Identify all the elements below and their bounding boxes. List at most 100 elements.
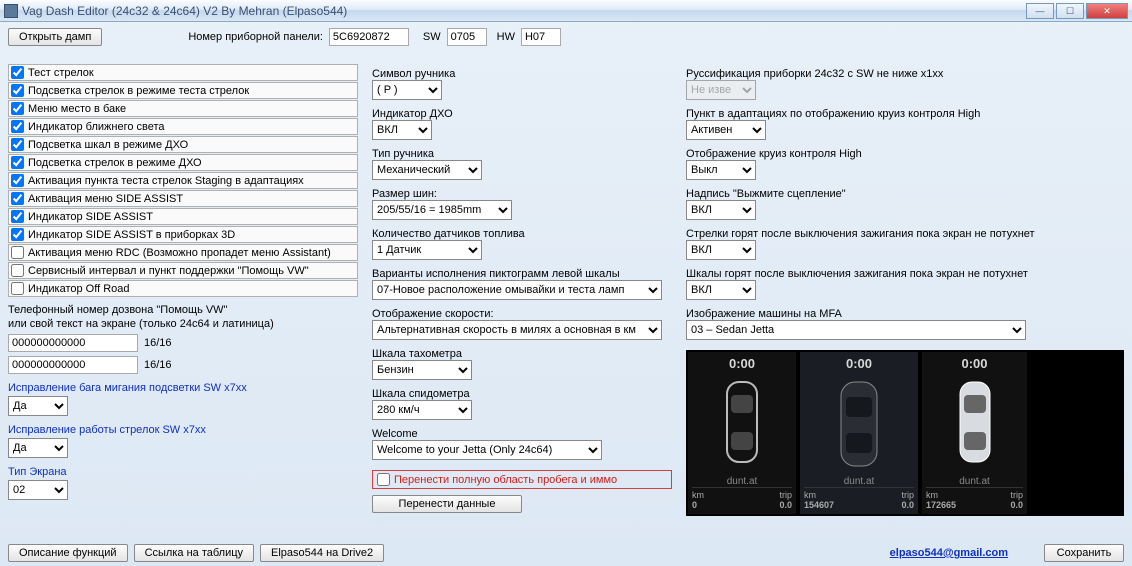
checkbox-row[interactable]: Индикатор Off Road bbox=[8, 280, 358, 297]
transfer-mileage-checkbox[interactable]: Перенести полную область пробега и иммо bbox=[372, 470, 672, 489]
email-link[interactable]: elpaso544@gmail.com bbox=[890, 547, 1008, 559]
checkbox[interactable] bbox=[11, 66, 24, 79]
transfer-mileage-cb[interactable] bbox=[377, 473, 390, 486]
checkbox[interactable] bbox=[11, 282, 24, 295]
speedo-scale-select[interactable]: 280 км/ч bbox=[372, 400, 472, 420]
checkbox-label: Активация меню SIDE ASSIST bbox=[28, 193, 183, 205]
mfa-preview-panel: 0:00 dunt.at km0trip0.0 0:00 dunt.at km1… bbox=[686, 350, 1124, 516]
checkbox-row[interactable]: Подсветка стрелок в режиме ДХО bbox=[8, 154, 358, 171]
arrows-after-off-label: Стрелки горят после выключения зажигания… bbox=[686, 228, 1124, 240]
clutch-label: Надпись "Выжмите сцепление" bbox=[686, 188, 1124, 200]
clutch-select[interactable]: ВКЛ bbox=[686, 200, 756, 220]
close-button[interactable]: ✕ bbox=[1086, 3, 1128, 19]
screentype-label: Тип Экрана bbox=[8, 466, 358, 478]
checkbox-row[interactable]: Индикатор SIDE ASSIST bbox=[8, 208, 358, 225]
car-icon bbox=[831, 377, 887, 471]
checkbox-row[interactable]: Подсветка шкал в режиме ДХО bbox=[8, 136, 358, 153]
screentype-select[interactable]: 02 bbox=[8, 480, 68, 500]
checkbox-label: Активация пункта теста стрелок Staging в… bbox=[28, 175, 304, 187]
checkbox[interactable] bbox=[11, 120, 24, 133]
fixarrow-select[interactable]: Да bbox=[8, 438, 68, 458]
functions-desc-button[interactable]: Описание функций bbox=[8, 544, 128, 562]
drl-indicator-select[interactable]: ВКЛ bbox=[372, 120, 432, 140]
checkbox-label: Индикатор SIDE ASSIST в приборках 3D bbox=[28, 229, 235, 241]
checkbox-label: Сервисный интервал и пункт поддержки "По… bbox=[28, 265, 309, 277]
car-icon bbox=[717, 377, 767, 467]
app-icon bbox=[4, 4, 18, 18]
mfa-car-image-label: Изображение машины на MFA bbox=[686, 308, 1124, 320]
hw-input[interactable] bbox=[521, 28, 561, 46]
welcome-select[interactable]: Welcome to your Jetta (Only 24c64) bbox=[372, 440, 602, 460]
fixarrow-label: Исправление работы стрелок SW x7xx bbox=[8, 424, 358, 436]
handbrake-type-select[interactable]: Механический bbox=[372, 160, 482, 180]
checkbox[interactable] bbox=[11, 192, 24, 205]
checkbox-row[interactable]: Активация меню SIDE ASSIST bbox=[8, 190, 358, 207]
checkbox[interactable] bbox=[11, 228, 24, 241]
save-button[interactable]: Сохранить bbox=[1044, 544, 1124, 562]
checkbox-row[interactable]: Сервисный интервал и пункт поддержки "По… bbox=[8, 262, 358, 279]
checkbox[interactable] bbox=[11, 246, 24, 259]
speed-display-label: Отображение скорости: bbox=[372, 308, 672, 320]
phone2-input[interactable] bbox=[8, 356, 138, 374]
fixbug-label: Исправление бага мигания подсветки SW x7… bbox=[8, 382, 358, 394]
checkbox[interactable] bbox=[11, 138, 24, 151]
checkbox[interactable] bbox=[11, 174, 24, 187]
drive2-link-button[interactable]: Elpaso544 на Drive2 bbox=[260, 544, 384, 562]
open-dump-button[interactable]: Открыть дамп bbox=[8, 28, 102, 46]
checkbox-label: Подсветка стрелок в режиме теста стрелок bbox=[28, 85, 249, 97]
handbrake-symbol-select[interactable]: ( P ) bbox=[372, 80, 442, 100]
fixbug-select[interactable]: Да bbox=[8, 396, 68, 416]
fuel-sensors-select[interactable]: 1 Датчик bbox=[372, 240, 482, 260]
tacho-scale-label: Шкала тахометра bbox=[372, 348, 672, 360]
checkbox[interactable] bbox=[11, 210, 24, 223]
fuel-sensors-label: Количество датчиков топлива bbox=[372, 228, 672, 240]
minimize-button[interactable]: — bbox=[1026, 3, 1054, 19]
checkbox-row[interactable]: Активация пункта теста стрелок Staging в… bbox=[8, 172, 358, 189]
cruise-display-select[interactable]: Выкл bbox=[686, 160, 756, 180]
checkbox-row[interactable]: Тест стрелок bbox=[8, 64, 358, 81]
column-middle: Символ ручника ( P ) Индикатор ДХО ВКЛ Т… bbox=[372, 64, 672, 528]
preview-brand: dunt.at bbox=[844, 476, 875, 487]
transfer-mileage-label: Перенести полную область пробега и иммо bbox=[394, 474, 617, 486]
checkbox-label: Тест стрелок bbox=[28, 67, 94, 79]
russification-label: Руссификация приборки 24c32 с SW не ниже… bbox=[686, 68, 1124, 80]
checkbox[interactable] bbox=[11, 156, 24, 169]
speed-display-select[interactable]: Альтернативная скорость в милях а основн… bbox=[372, 320, 662, 340]
checkbox-label: Индикатор ближнего света bbox=[28, 121, 165, 133]
phone-label1: Телефонный номер дозвона "Помощь VW" bbox=[8, 304, 358, 316]
checkbox-row[interactable]: Индикатор SIDE ASSIST в приборках 3D bbox=[8, 226, 358, 243]
handbrake-type-label: Тип ручника bbox=[372, 148, 672, 160]
speedo-scale-label: Шкала спидометра bbox=[372, 388, 672, 400]
table-link-button[interactable]: Ссылка на таблицу bbox=[134, 544, 254, 562]
preview-1: 0:00 dunt.at km0trip0.0 bbox=[688, 352, 796, 514]
titlebar: Vag Dash Editor (24c32 & 24c64) V2 By Me… bbox=[0, 0, 1132, 22]
checkbox[interactable] bbox=[11, 102, 24, 115]
scales-after-off-label: Шкалы горят после выключения зажигания п… bbox=[686, 268, 1124, 280]
left-scale-pictogram-select[interactable]: 07-Новое расположение омывайки и теста л… bbox=[372, 280, 662, 300]
sw-input[interactable] bbox=[447, 28, 487, 46]
tire-size-select[interactable]: 205/55/16 = 1985mm bbox=[372, 200, 512, 220]
column-right: Руссификация приборки 24c32 с SW не ниже… bbox=[686, 64, 1124, 528]
preview-time: 0:00 bbox=[846, 356, 872, 371]
tacho-scale-select[interactable]: Бензин bbox=[372, 360, 472, 380]
checkbox-row[interactable]: Активация меню RDC (Возможно пропадет ме… bbox=[8, 244, 358, 261]
mfa-car-image-select[interactable]: 03 – Sedan Jetta bbox=[686, 320, 1026, 340]
maximize-button[interactable]: ☐ bbox=[1056, 3, 1084, 19]
checkbox-label: Подсветка стрелок в режиме ДХО bbox=[28, 157, 202, 169]
phone2-count: 16/16 bbox=[144, 359, 172, 371]
checkbox-label: Индикатор Off Road bbox=[28, 283, 130, 295]
preview-2: 0:00 dunt.at km154607trip0.0 bbox=[800, 352, 918, 514]
scales-after-off-select[interactable]: ВКЛ bbox=[686, 280, 756, 300]
transfer-data-button[interactable]: Перенести данные bbox=[372, 495, 522, 513]
checkbox-row[interactable]: Индикатор ближнего света bbox=[8, 118, 358, 135]
panel-number-input[interactable] bbox=[329, 28, 409, 46]
checkbox[interactable] bbox=[11, 84, 24, 97]
arrows-after-off-select[interactable]: ВКЛ bbox=[686, 240, 756, 260]
cruise-adapt-select[interactable]: Активен bbox=[686, 120, 766, 140]
preview-brand: dunt.at bbox=[959, 476, 990, 487]
phone1-input[interactable] bbox=[8, 334, 138, 352]
checkbox-row[interactable]: Меню место в баке bbox=[8, 100, 358, 117]
footer: Описание функций Ссылка на таблицу Elpas… bbox=[8, 540, 1124, 562]
checkbox-row[interactable]: Подсветка стрелок в режиме теста стрелок bbox=[8, 82, 358, 99]
checkbox[interactable] bbox=[11, 264, 24, 277]
